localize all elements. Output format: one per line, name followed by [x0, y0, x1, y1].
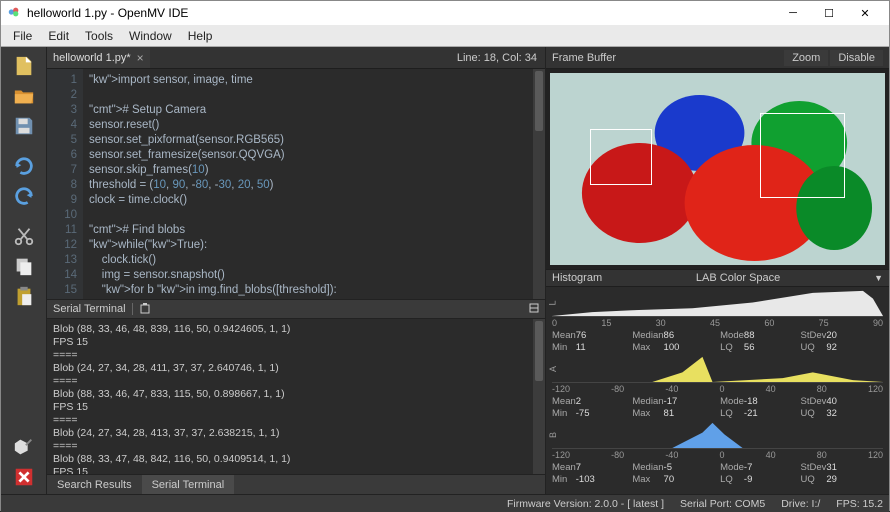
menu-help[interactable]: Help — [180, 27, 221, 45]
tab-serial-terminal[interactable]: Serial Terminal — [142, 475, 235, 494]
bottom-tabs: Search Results Serial Terminal — [47, 474, 545, 494]
open-folder-icon[interactable] — [7, 83, 41, 109]
blob-rect-2 — [760, 113, 845, 198]
stop-icon[interactable] — [7, 464, 41, 490]
maximize-button[interactable]: ☐ — [811, 1, 847, 25]
minimize-button[interactable]: ─ — [775, 1, 811, 25]
editor-tab[interactable]: helloworld 1.py* × — [47, 47, 150, 68]
menu-edit[interactable]: Edit — [40, 27, 77, 45]
framebuffer-view[interactable] — [546, 69, 889, 269]
app-icon — [7, 5, 27, 22]
cut-icon[interactable] — [7, 223, 41, 249]
close-button[interactable]: ✕ — [847, 1, 883, 25]
tab-label: helloworld 1.py* — [53, 52, 131, 64]
chevron-down-icon[interactable]: ▼ — [874, 273, 883, 283]
histogram-title: Histogram — [552, 272, 602, 284]
disable-button[interactable]: Disable — [830, 50, 883, 66]
clear-terminal-icon[interactable] — [139, 302, 151, 317]
connect-icon[interactable] — [7, 434, 41, 460]
left-toolbar — [1, 47, 47, 494]
menu-file[interactable]: File — [5, 27, 40, 45]
save-icon[interactable] — [7, 113, 41, 139]
cursor-position: Line: 18, Col: 34 — [457, 52, 545, 64]
paste-icon[interactable] — [7, 283, 41, 309]
status-drive: Drive: I:/ — [781, 498, 820, 510]
menu-tools[interactable]: Tools — [77, 27, 121, 45]
new-file-icon[interactable] — [7, 53, 41, 79]
collapse-terminal-icon[interactable] — [529, 303, 539, 316]
blob-rect-1 — [590, 129, 652, 185]
framebuffer-header: Frame Buffer Zoom Disable — [546, 47, 889, 69]
status-serial-port: Serial Port: COM5 — [680, 498, 765, 510]
histogram-header: Histogram LAB Color Space ▼ — [546, 269, 889, 287]
terminal-header: Serial Terminal — [47, 299, 545, 319]
status-firmware: Firmware Version: 2.0.0 - [ latest ] — [507, 498, 664, 510]
editor-tabrow: helloworld 1.py* × Line: 18, Col: 34 — [47, 47, 545, 69]
code-editor[interactable]: 12345678910111213141516171819 "kw">impor… — [47, 69, 545, 299]
histogram-body: L0153045607590Mean76Median86Mode88StDev2… — [546, 287, 889, 494]
zoom-button[interactable]: Zoom — [784, 50, 828, 66]
terminal-title: Serial Terminal — [53, 303, 126, 315]
window-title: helloworld 1.py - OpenMV IDE — [27, 6, 775, 20]
code-body[interactable]: "kw">import sensor, image, time"cmt"># S… — [83, 69, 545, 299]
tab-close-icon[interactable]: × — [137, 51, 144, 65]
framebuffer-title: Frame Buffer — [552, 52, 616, 64]
status-fps: FPS: 15.2 — [836, 498, 883, 510]
menu-window[interactable]: Window — [121, 27, 180, 45]
tab-search-results[interactable]: Search Results — [47, 475, 142, 494]
editor-scrollbar[interactable] — [533, 69, 545, 299]
colorspace-select[interactable]: LAB Color Space — [696, 272, 780, 284]
window-titlebar: helloworld 1.py - OpenMV IDE ─ ☐ ✕ — [1, 1, 889, 25]
statusbar: Firmware Version: 2.0.0 - [ latest ] Ser… — [1, 494, 889, 512]
copy-icon[interactable] — [7, 253, 41, 279]
undo-icon[interactable] — [7, 153, 41, 179]
serial-terminal[interactable]: Blob (88, 33, 46, 48, 839, 116, 50, 0.94… — [47, 319, 545, 474]
terminal-scrollbar[interactable] — [533, 319, 545, 474]
menubar: File Edit Tools Window Help — [1, 25, 889, 47]
redo-icon[interactable] — [7, 183, 41, 209]
line-gutter: 12345678910111213141516171819 — [47, 69, 83, 299]
